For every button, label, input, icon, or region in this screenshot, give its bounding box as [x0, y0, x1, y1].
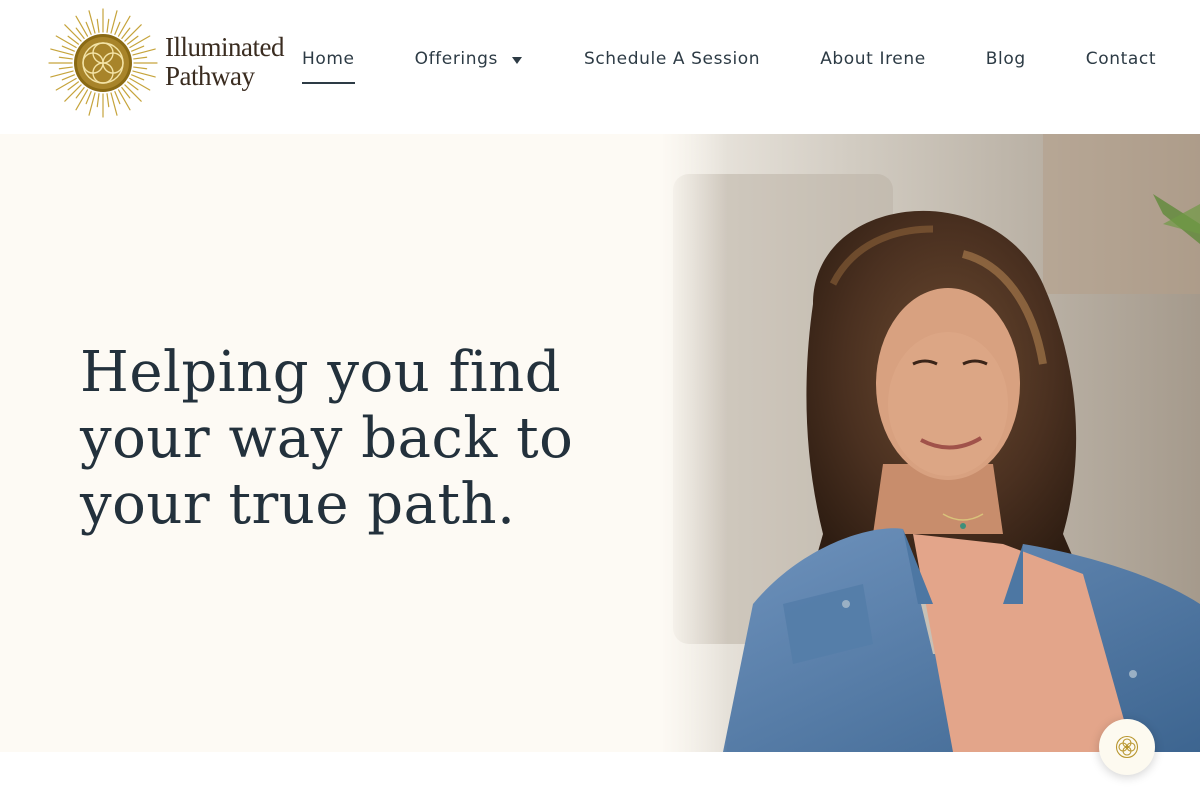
logo-ray: [132, 48, 156, 56]
nav-about-label: About Irene: [820, 49, 926, 69]
flower-of-life-icon: [1115, 735, 1139, 759]
logo-ray: [58, 56, 73, 60]
nav-contact[interactable]: Contact: [1086, 49, 1156, 69]
logo-ray: [61, 45, 75, 52]
logo-ray: [129, 77, 151, 91]
hero-portrait-image: [663, 134, 1200, 752]
page: Illuminated Pathway Home Offerings Sched…: [0, 0, 1200, 800]
logo-ray: [106, 93, 110, 108]
hero-section: Helping you find your way back to your t…: [0, 134, 1200, 752]
brand-name-line1: Illuminated: [165, 32, 284, 62]
hero-headline: Helping you find your way back to your t…: [80, 340, 574, 537]
brand-name: Illuminated Pathway: [165, 34, 284, 90]
logo-ray: [96, 18, 100, 33]
logo-ray: [131, 45, 145, 52]
logo-ray: [55, 35, 77, 49]
site-header: Illuminated Pathway Home Offerings Sched…: [0, 0, 1200, 134]
logo-ray: [50, 48, 74, 56]
logo-ray: [64, 24, 82, 42]
nav-home[interactable]: Home: [302, 49, 355, 84]
logo-ray: [133, 56, 148, 60]
portrait-illustration: [663, 134, 1200, 752]
bottom-band: [0, 752, 1200, 800]
logo-ray: [96, 93, 100, 108]
caret-down-icon[interactable]: [511, 56, 522, 64]
logo-ray: [75, 89, 89, 111]
nav-about[interactable]: About Irene: [820, 49, 926, 69]
logo-ray: [117, 15, 131, 37]
nav-blog[interactable]: Blog: [986, 49, 1026, 69]
logo-ray: [85, 21, 92, 35]
brand-name-line2: Pathway: [165, 61, 255, 91]
logo-ray: [75, 15, 89, 37]
logo-ray: [88, 10, 96, 34]
nav-offerings-label: Offerings: [414, 49, 498, 69]
nav-schedule[interactable]: Schedule A Session: [584, 49, 760, 69]
nav-schedule-label: Schedule A Session: [583, 49, 761, 69]
logo-ray: [133, 66, 148, 70]
nav-blog-label: Blog: [985, 49, 1026, 69]
logo-ray: [88, 92, 96, 116]
logo-ray: [50, 70, 74, 78]
logo-ray: [124, 24, 142, 42]
logo-ray: [106, 18, 110, 33]
logo-ray: [132, 70, 156, 78]
site-logo[interactable]: Illuminated Pathway: [48, 8, 300, 118]
nav-contact-label: Contact: [1085, 49, 1157, 69]
logo-ray: [61, 74, 75, 81]
logo-ray: [110, 10, 118, 34]
nav-home-label: Home: [302, 49, 355, 69]
chat-widget-button[interactable]: [1099, 719, 1155, 775]
logo-ray: [114, 91, 121, 105]
logo-ray: [85, 91, 92, 105]
logo-ray: [55, 77, 77, 91]
logo-ray: [131, 74, 145, 81]
nav-offerings[interactable]: Offerings: [415, 49, 522, 69]
sunburst-logo-icon: [48, 8, 158, 118]
logo-ray: [110, 92, 118, 116]
logo-ray: [117, 89, 131, 111]
main-nav: Home Offerings Schedule A Session About …: [302, 46, 1156, 84]
logo-ray: [114, 21, 121, 35]
logo-ray: [64, 84, 82, 102]
logo-ray: [58, 66, 73, 70]
logo-ray: [124, 84, 142, 102]
logo-ray: [129, 35, 151, 49]
